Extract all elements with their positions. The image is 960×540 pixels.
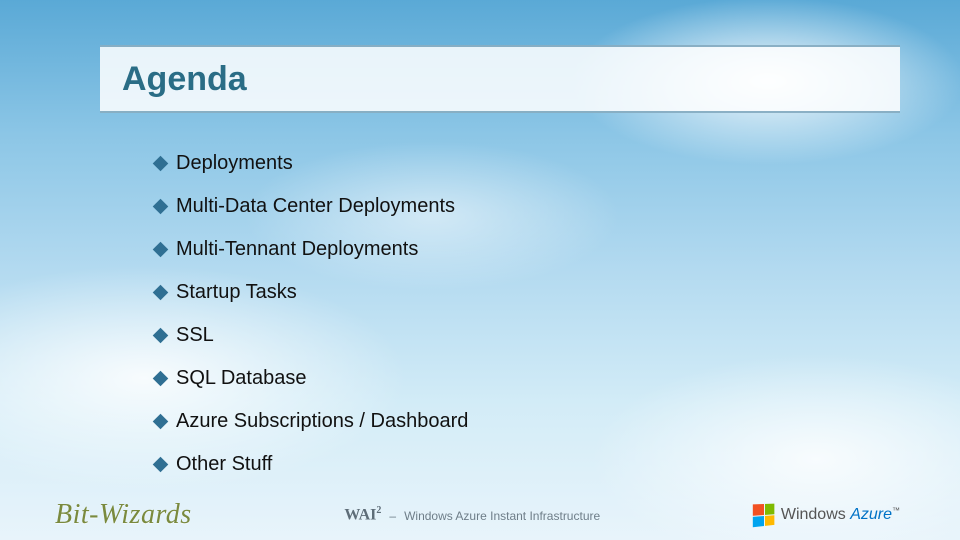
footer-center: WAI2 – Windows Azure Instant Infrastruct… bbox=[344, 505, 600, 524]
list-item: SQL Database bbox=[155, 367, 840, 390]
diamond-bullet-icon bbox=[153, 199, 169, 215]
windows-flag-icon bbox=[753, 504, 775, 528]
windows-word: Windows bbox=[781, 506, 846, 523]
diamond-bullet-icon bbox=[153, 156, 169, 172]
slide-title: Agenda bbox=[100, 60, 247, 99]
wai-superscript: 2 bbox=[376, 505, 381, 516]
bitwizards-logo: Bit-Wizards bbox=[55, 499, 192, 531]
list-item: Deployments bbox=[155, 152, 840, 175]
azure-word: Azure bbox=[850, 506, 892, 523]
list-item-text: Startup Tasks bbox=[176, 281, 297, 304]
diamond-bullet-icon bbox=[153, 414, 169, 430]
diamond-bullet-icon bbox=[153, 242, 169, 258]
list-item: Other Stuff bbox=[155, 453, 840, 476]
list-item-text: SQL Database bbox=[176, 367, 306, 390]
list-item: SSL bbox=[155, 324, 840, 347]
list-item: Multi-Tennant Deployments bbox=[155, 238, 840, 261]
bullet-list: Deployments Multi-Data Center Deployment… bbox=[155, 152, 840, 496]
diamond-bullet-icon bbox=[153, 457, 169, 473]
windows-azure-logo: Windows Azure™ bbox=[753, 504, 900, 526]
list-item-text: Other Stuff bbox=[176, 453, 272, 476]
wai-text: WAI bbox=[344, 507, 376, 524]
list-item-text: SSL bbox=[176, 324, 214, 347]
list-item-text: Multi-Tennant Deployments bbox=[176, 238, 418, 261]
list-item: Azure Subscriptions / Dashboard bbox=[155, 410, 840, 433]
diamond-bullet-icon bbox=[153, 371, 169, 387]
slide: Agenda Deployments Multi-Data Center Dep… bbox=[0, 0, 960, 540]
wai-acronym: WAI2 bbox=[344, 505, 381, 524]
wai-expansion: Windows Azure Instant Infrastructure bbox=[404, 509, 600, 523]
windows-azure-text: Windows Azure™ bbox=[781, 506, 900, 524]
list-item: Startup Tasks bbox=[155, 281, 840, 304]
list-item-text: Azure Subscriptions / Dashboard bbox=[176, 410, 468, 433]
wai-separator: – bbox=[389, 509, 396, 523]
diamond-bullet-icon bbox=[153, 328, 169, 344]
list-item-text: Deployments bbox=[176, 152, 293, 175]
footer: Bit-Wizards WAI2 – Windows Azure Instant… bbox=[0, 490, 960, 540]
diamond-bullet-icon bbox=[153, 285, 169, 301]
list-item: Multi-Data Center Deployments bbox=[155, 195, 840, 218]
title-bar: Agenda bbox=[100, 45, 900, 113]
list-item-text: Multi-Data Center Deployments bbox=[176, 195, 455, 218]
trademark-symbol: ™ bbox=[892, 506, 900, 515]
